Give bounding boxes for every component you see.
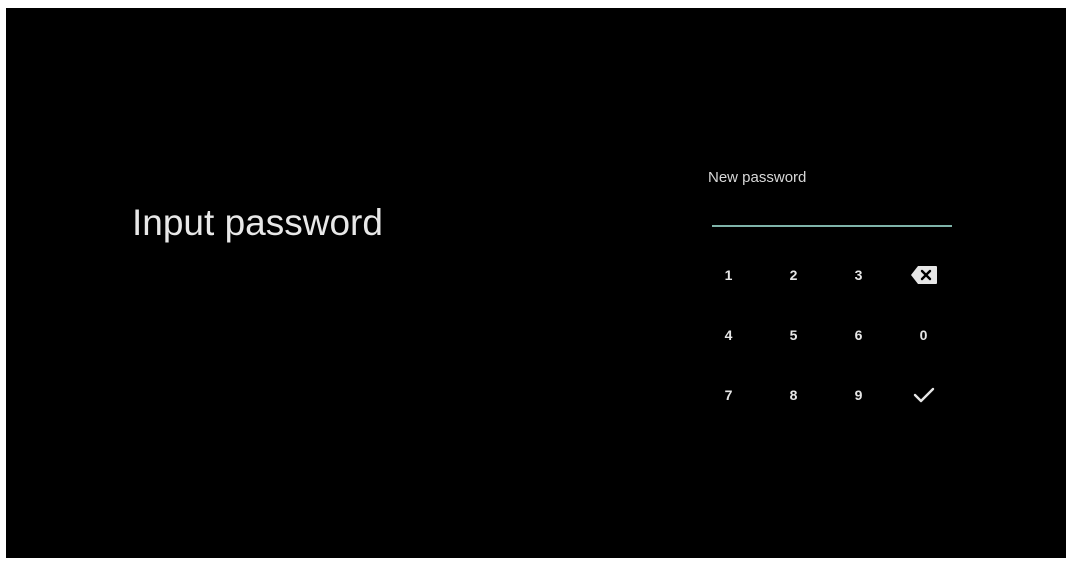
confirm-button[interactable]	[891, 365, 956, 425]
password-input-underline[interactable]	[712, 225, 952, 227]
tv-screen: Input password New password 1 2 3 4 5 6 …	[6, 8, 1066, 558]
numeric-keypad: 1 2 3 4 5 6 0 7 8 9	[696, 245, 956, 425]
checkmark-icon	[913, 387, 934, 403]
backspace-button[interactable]	[891, 245, 956, 305]
key-6[interactable]: 6	[826, 305, 891, 365]
key-3[interactable]: 3	[826, 245, 891, 305]
key-9[interactable]: 9	[826, 365, 891, 425]
key-1[interactable]: 1	[696, 245, 761, 305]
backspace-icon	[910, 266, 937, 284]
key-2[interactable]: 2	[761, 245, 826, 305]
key-4[interactable]: 4	[696, 305, 761, 365]
key-0[interactable]: 0	[891, 305, 956, 365]
password-field-label: New password	[708, 169, 807, 186]
page-title: Input password	[132, 202, 383, 243]
key-8[interactable]: 8	[761, 365, 826, 425]
key-7[interactable]: 7	[696, 365, 761, 425]
key-5[interactable]: 5	[761, 305, 826, 365]
